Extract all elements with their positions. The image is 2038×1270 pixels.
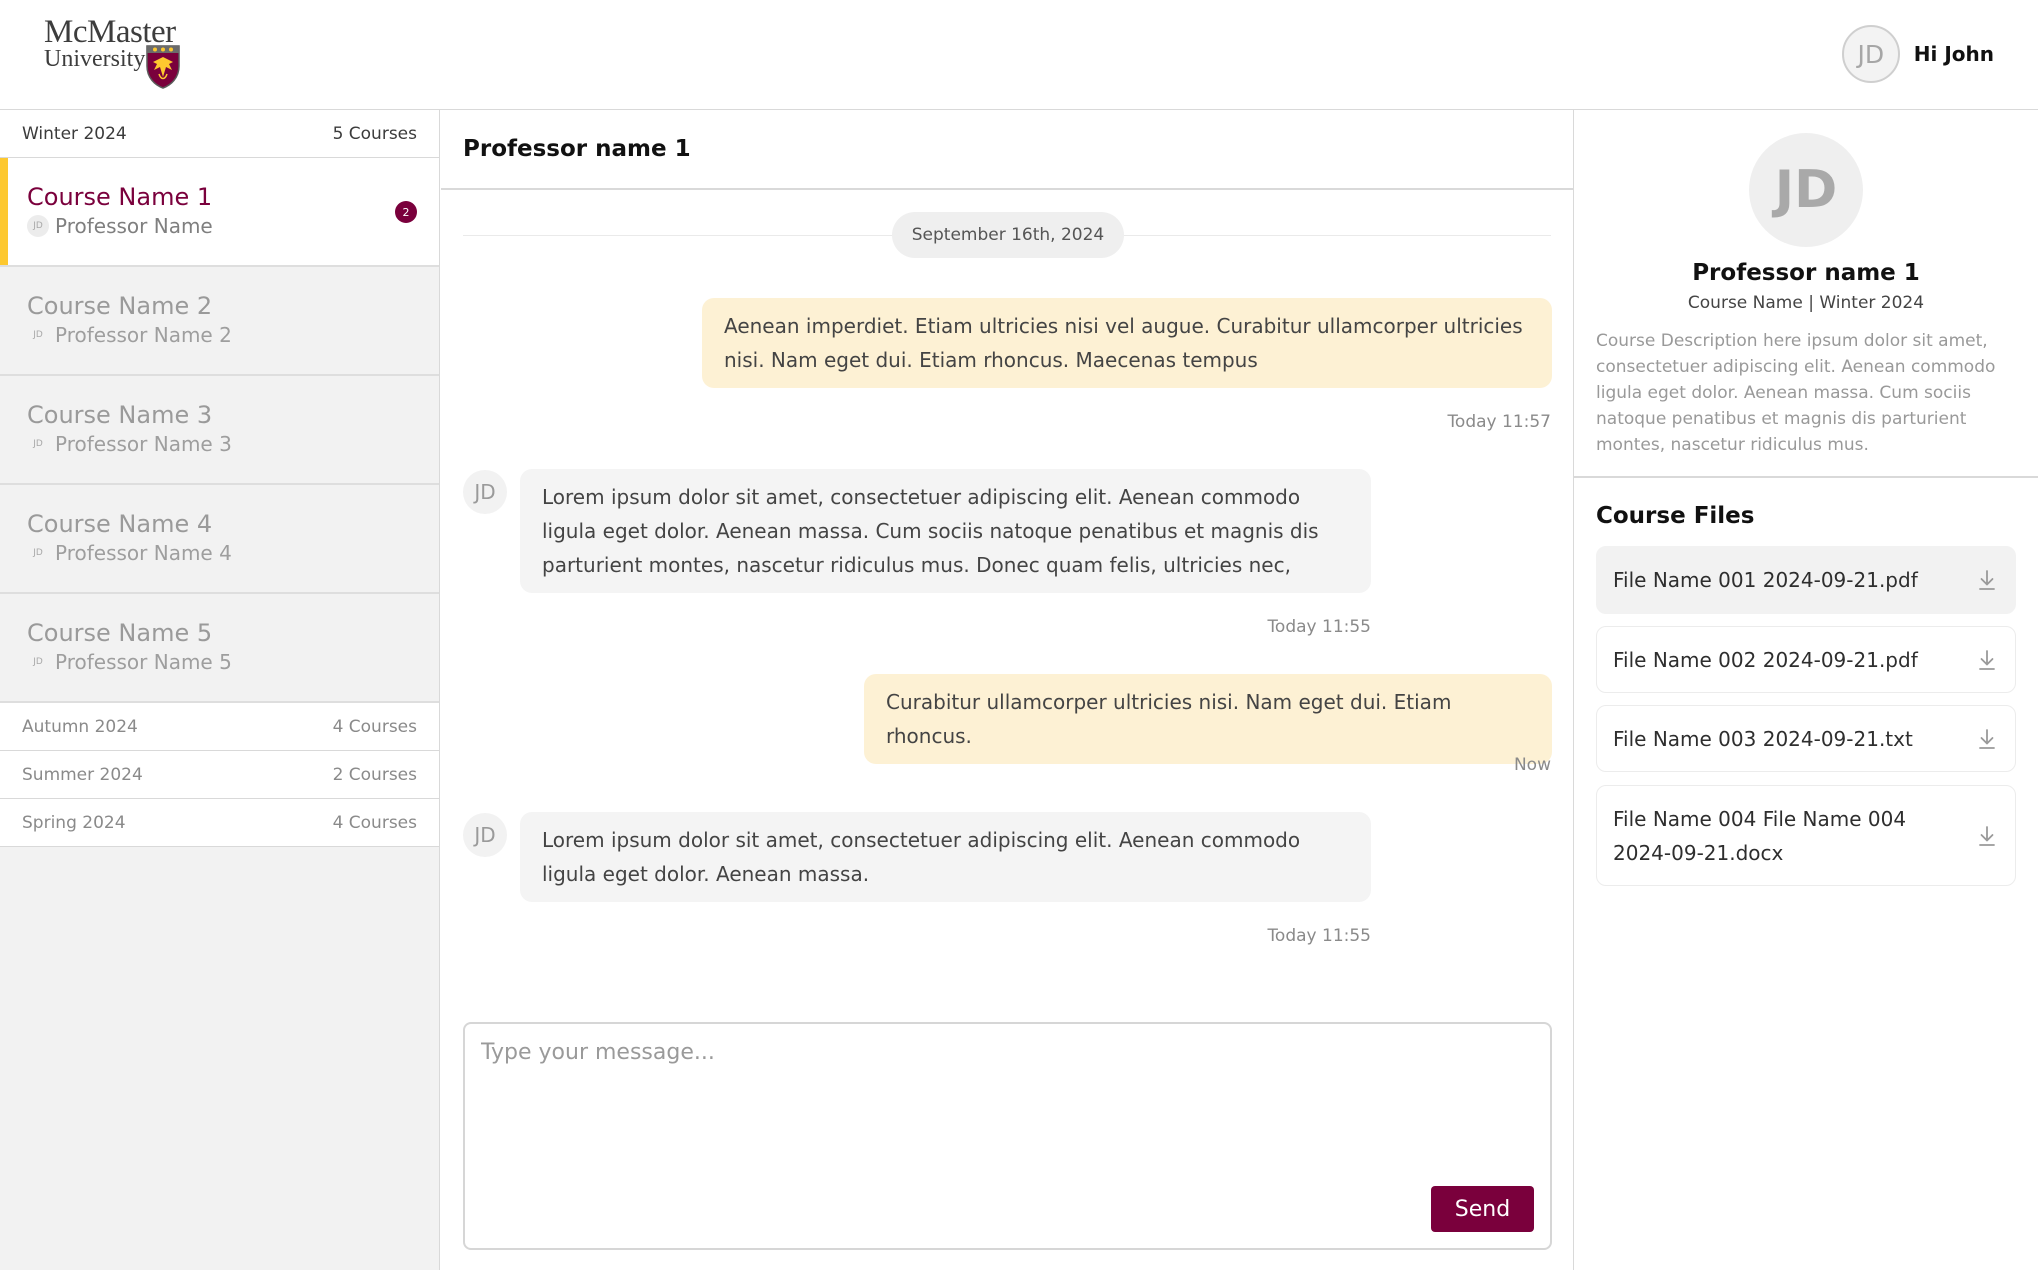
course-files-heading: Course Files: [1596, 503, 1755, 529]
term-label: Autumn 2024: [22, 716, 138, 737]
term-course-count: 5 Courses: [332, 123, 417, 144]
file-item[interactable]: File Name 003 2024-09-21.txt: [1596, 705, 2016, 772]
incoming-message: Lorem ipsum dolor sit amet, consectetuer…: [520, 812, 1371, 902]
message-timestamp: Now: [1513, 755, 1551, 775]
professor-avatar: JD: [27, 215, 49, 237]
course-term-label: Course Name | Winter 2024: [1687, 293, 1925, 313]
course-name: Course Name 4: [27, 510, 213, 538]
download-icon[interactable]: [1977, 824, 1997, 848]
course-item-5[interactable]: Course Name 5 JD Professor Name 5: [0, 594, 439, 703]
user-menu[interactable]: JD Hi John: [1841, 25, 1994, 83]
course-description: Course Description here ipsum dolor sit …: [1596, 331, 1996, 455]
course-item-3[interactable]: Course Name 3 JD Professor Name 3: [0, 376, 439, 485]
course-item-4[interactable]: Course Name 4 JD Professor Name 4: [0, 485, 439, 594]
course-item-1[interactable]: Course Name 1 JD Professor Name 2: [0, 158, 439, 267]
outgoing-message: Curabitur ullamcorper ultricies nisi. Na…: [864, 674, 1552, 764]
user-avatar[interactable]: JD: [1841, 25, 1900, 83]
chat-panel: Professor name 1 September 16th, 2024 Ae…: [441, 110, 1573, 1270]
term-label: Winter 2024: [22, 123, 127, 144]
professor-avatar: JD: [33, 439, 43, 449]
user-greeting: Hi John: [1913, 42, 1994, 66]
professor-avatar: JD: [33, 330, 43, 340]
course-name: Course Name 5: [27, 619, 213, 647]
professor-avatar: JD: [33, 548, 43, 558]
send-button[interactable]: Send: [1431, 1186, 1534, 1232]
file-item[interactable]: File Name 001 2024-09-21.pdf: [1596, 546, 2016, 614]
incoming-message: Lorem ipsum dolor sit amet, consectetuer…: [520, 469, 1371, 593]
professor-avatar: JD: [33, 657, 43, 667]
file-item[interactable]: File Name 002 2024-09-21.pdf: [1596, 626, 2016, 693]
term-course-count: 4 Courses: [332, 812, 417, 833]
course-name: Course Name 2: [27, 292, 213, 320]
professor-avatar-large: JD: [1749, 133, 1863, 247]
download-icon[interactable]: [1977, 727, 1997, 751]
logo-wordmark-line2: University: [44, 46, 146, 72]
professor-name: Professor Name 5: [55, 650, 232, 674]
term-header-autumn-2024[interactable]: Autumn 2024 4 Courses: [0, 703, 439, 751]
top-header: McMaster University JD Hi John: [0, 0, 2038, 110]
mcmaster-logo[interactable]: McMaster University: [44, 14, 194, 94]
file-name: File Name 004 File Name 004 2024-09-21.d…: [1613, 806, 1907, 865]
sender-avatar: JD: [463, 813, 507, 857]
message-timestamp: Today 11:55: [1267, 926, 1371, 946]
term-header-summer-2024[interactable]: Summer 2024 2 Courses: [0, 751, 439, 799]
file-name: File Name 002 2024-09-21.pdf: [1613, 647, 1918, 672]
date-separator: September 16th, 2024: [892, 212, 1124, 258]
download-icon[interactable]: [1977, 568, 1997, 592]
message-timestamp: Today 11:55: [1267, 617, 1371, 637]
term-header-spring-2024[interactable]: Spring 2024 4 Courses: [0, 799, 439, 847]
professor-name: Professor Name 3: [55, 432, 232, 456]
professor-name: Professor Name 4: [55, 541, 232, 565]
course-name: Course Name 3: [27, 401, 213, 429]
download-icon[interactable]: [1977, 648, 1997, 672]
course-item-2[interactable]: Course Name 2 JD Professor Name 2: [0, 267, 439, 376]
file-name: File Name 001 2024-09-21.pdf: [1613, 568, 1918, 592]
professor-card: JD Professor name 1 Course Name | Winter…: [1574, 110, 2038, 478]
mcmaster-crest-icon: [146, 45, 180, 89]
unread-badge: 2: [395, 201, 417, 223]
message-input[interactable]: [481, 1040, 1531, 1180]
term-header-winter-2024[interactable]: Winter 2024 5 Courses: [0, 110, 439, 158]
file-name: File Name 003 2024-09-21.txt: [1613, 726, 1913, 751]
term-course-count: 4 Courses: [332, 716, 417, 737]
term-label: Summer 2024: [22, 764, 143, 785]
message-composer: Send: [463, 1022, 1552, 1250]
file-item[interactable]: File Name 004 File Name 004 2024-09-21.d…: [1596, 785, 2016, 886]
course-name: Course Name 1: [27, 183, 213, 211]
message-timestamp: Today 11:57: [1447, 412, 1551, 432]
course-details-panel: JD Professor name 1 Course Name | Winter…: [1573, 110, 2038, 1270]
chat-title: Professor name 1: [441, 110, 1573, 190]
term-course-count: 2 Courses: [332, 764, 417, 785]
professor-name: Professor name 1: [1692, 260, 1920, 286]
course-sidebar: Winter 2024 5 Courses Course Name 1 JD P…: [0, 110, 440, 1270]
term-label: Spring 2024: [22, 812, 126, 833]
professor-name: Professor Name 2: [55, 323, 232, 347]
sender-avatar: JD: [463, 470, 507, 514]
professor-name: Professor Name: [55, 214, 213, 238]
outgoing-message: Aenean imperdiet. Etiam ultricies nisi v…: [702, 298, 1552, 388]
